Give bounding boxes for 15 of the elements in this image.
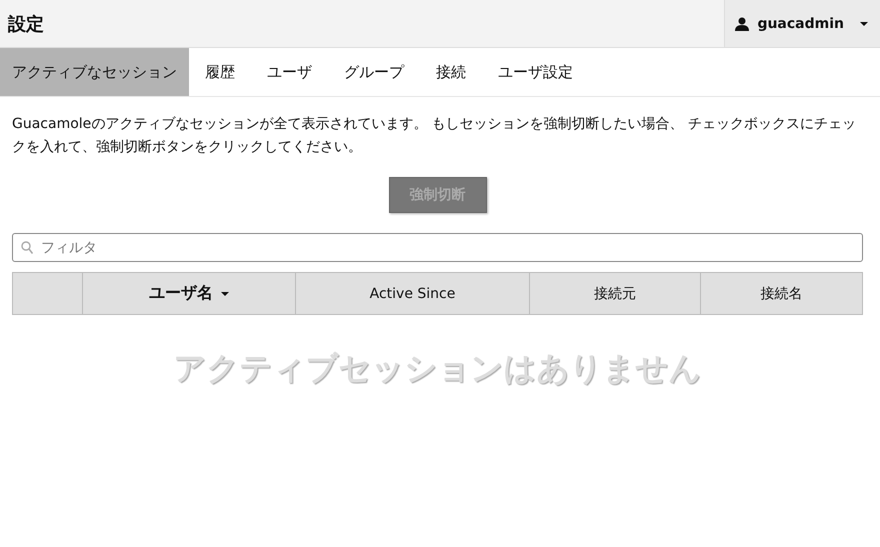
- tab[interactable]: アクティブなセッション: [0, 48, 189, 96]
- page-title: 設定: [6, 12, 45, 36]
- empty-message: アクティブセッションはありません: [172, 348, 702, 389]
- search-icon: [21, 241, 33, 254]
- sort-caret-icon: [221, 292, 229, 296]
- user-icon: [735, 16, 750, 30]
- description-text: Guacamoleのアクティブなセッションが全て表示されています。 もしセッションを強制切断したい場合、 チェックボックスにチェックを入れて、強制切断ボタンをクリックしてください。: [12, 115, 858, 157]
- column-header[interactable]: 接続元: [530, 272, 700, 314]
- column-header[interactable]: 接続名: [700, 272, 862, 314]
- table-header-cell: [12, 272, 82, 314]
- user-menu[interactable]: guacadmin: [724, 0, 880, 47]
- column-header[interactable]: ユーザ名: [82, 272, 296, 314]
- caret-icon: [860, 22, 868, 26]
- column-header[interactable]: Active Since: [296, 272, 530, 314]
- filter-field[interactable]: フィルタ: [12, 233, 863, 262]
